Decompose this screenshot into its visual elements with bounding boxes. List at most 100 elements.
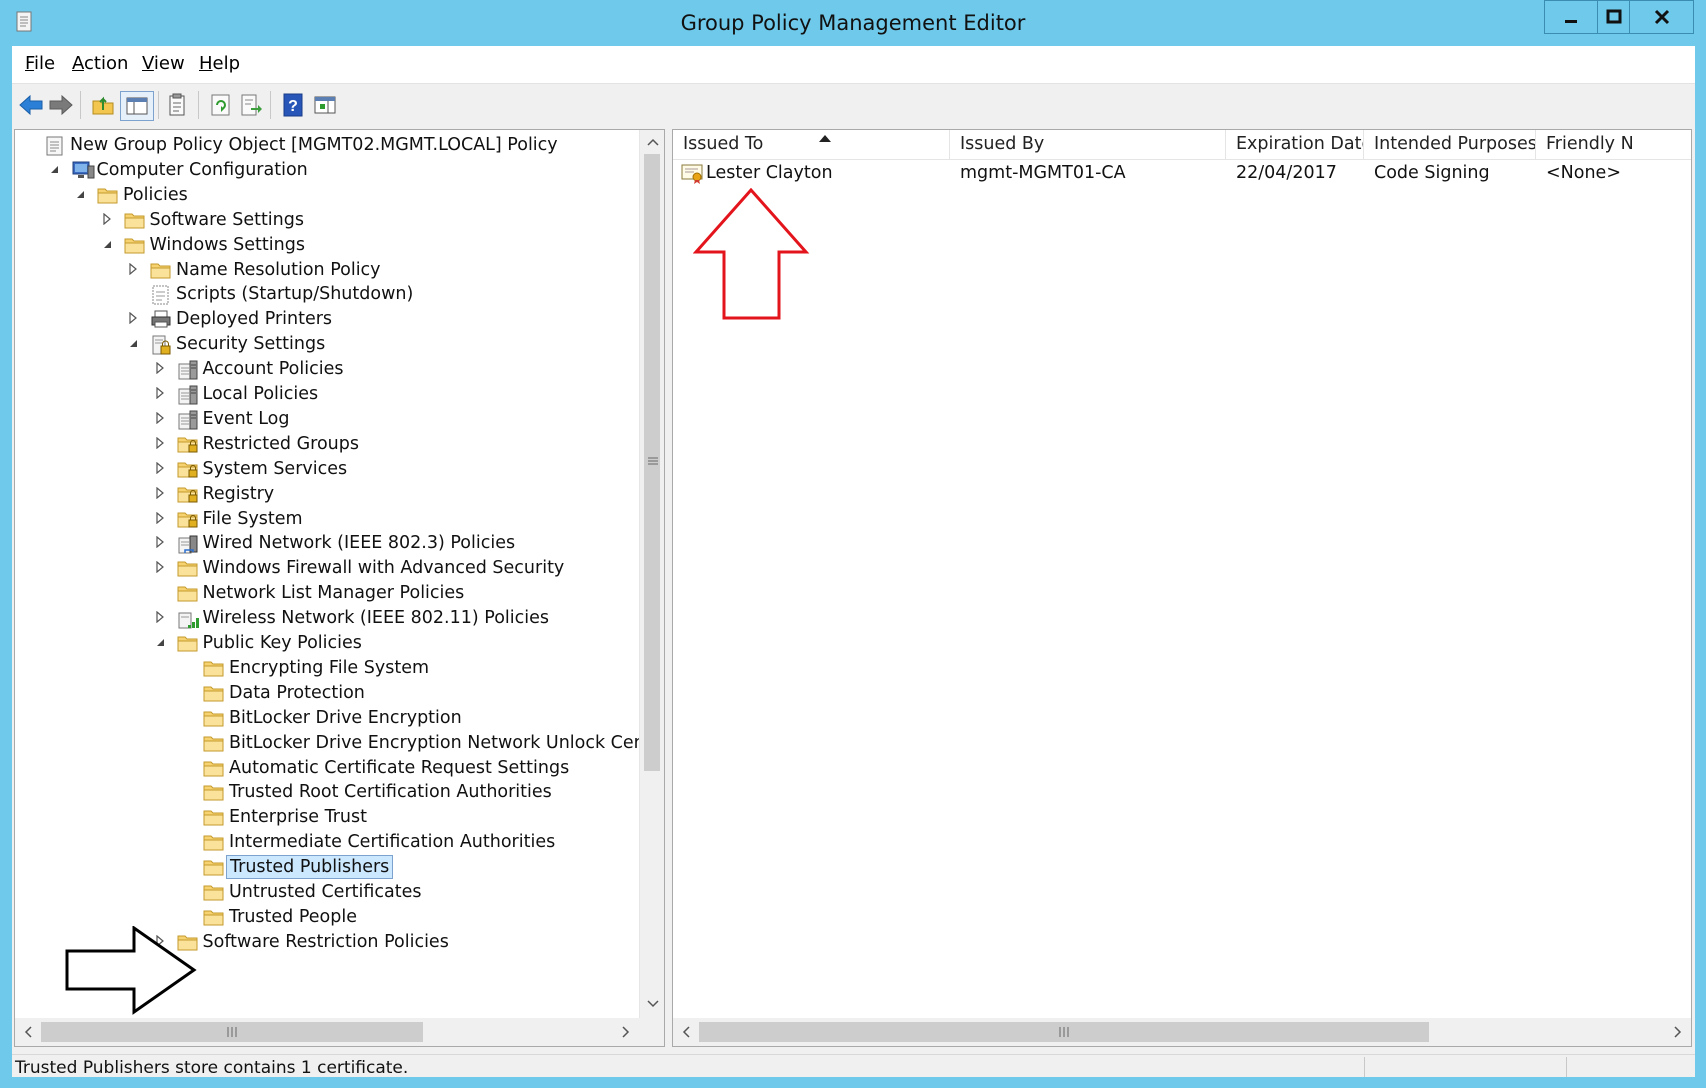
tree-item[interactable]: Trusted Root Certification Authorities (15, 779, 639, 806)
tree-item[interactable]: Intermediate Certification Authorities (15, 829, 639, 856)
tree-item[interactable]: BitLocker Drive Encryption Network Unloc… (15, 730, 639, 757)
status-bar: Trusted Publishers store contains 1 cert… (12, 1054, 1695, 1078)
tree-item-label: Windows Settings (149, 234, 305, 255)
help-button[interactable]: ? (280, 92, 306, 118)
tree-item[interactable]: Local Policies (15, 381, 639, 408)
status-divider (1566, 1057, 1567, 1077)
tree-item[interactable]: Windows Firewall with Advanced Security (15, 555, 639, 582)
tree-item[interactable]: Restricted Groups (15, 431, 639, 458)
tree-expand-icon[interactable] (153, 536, 167, 550)
tree-item[interactable]: Computer Configuration (15, 157, 639, 184)
tree-horizontal-scroll-thumb[interactable] (41, 1022, 423, 1042)
tree-expand-icon[interactable] (126, 262, 140, 277)
forward-button[interactable] (48, 92, 74, 118)
scroll-right-arrow[interactable] (613, 1018, 638, 1046)
scroll-left-arrow[interactable] (673, 1018, 698, 1046)
folder-icon (203, 882, 225, 902)
tree-item[interactable]: Event Log (15, 406, 639, 433)
tree-item[interactable]: File System (15, 506, 639, 533)
window-controls (1544, 0, 1694, 34)
scroll-left-arrow[interactable] (15, 1018, 40, 1046)
tree-item[interactable]: Policies (15, 182, 639, 209)
tree-item[interactable]: Enterprise Trust (15, 804, 639, 831)
column-header-expiration-date[interactable]: Expiration Date (1226, 130, 1364, 159)
tree-item[interactable]: Data Protection (15, 680, 639, 707)
tree-item[interactable]: BitLocker Drive Encryption (15, 705, 639, 732)
tree-item[interactable]: Wired Network (IEEE 802.3) Policies (15, 530, 639, 557)
forward-icon (49, 94, 73, 116)
menu-help[interactable]: Help (199, 53, 240, 74)
minimize-button[interactable] (1545, 1, 1598, 33)
tree-collapse-icon[interactable] (153, 636, 167, 650)
list-horizontal-scrollbar[interactable] (673, 1018, 1691, 1046)
tree-expand-icon[interactable] (153, 386, 167, 401)
column-header-intended-purposes[interactable]: Intended Purposes (1364, 130, 1536, 159)
tree-vertical-scroll-thumb[interactable] (644, 154, 660, 771)
tree-item[interactable]: New Group Policy Object [MGMT02.MGMT.LOC… (15, 132, 639, 159)
tree-expand-icon[interactable] (153, 361, 167, 376)
tree-item[interactable]: Automatic Certificate Request Settings (15, 755, 639, 782)
tree-item-label: Name Resolution Policy (176, 259, 381, 280)
tree-item[interactable]: Account Policies (15, 356, 639, 383)
tree-expand-icon[interactable] (153, 511, 167, 526)
tree-item[interactable]: Wireless Network (IEEE 802.11) Policies (15, 605, 639, 632)
tree-item-label: Trusted People (229, 906, 357, 927)
tree-expand-icon[interactable] (153, 436, 167, 451)
minimize-icon (1565, 20, 1577, 23)
show-hide-console-tree-button[interactable] (120, 91, 154, 121)
tree-item[interactable]: Untrusted Certificates (15, 879, 639, 906)
tree-expand-icon[interactable] (153, 561, 167, 575)
tree-item[interactable]: Trusted Publishers (15, 854, 639, 881)
tree-item-label: Local Policies (202, 384, 319, 404)
tree-expand-icon[interactable] (126, 312, 140, 326)
close-button[interactable] (1630, 1, 1693, 33)
refresh-button[interactable] (208, 92, 234, 118)
properties-button[interactable] (164, 92, 190, 118)
list-item[interactable]: Lester Clayton mgmt-MGMT01-CA 22/04/2017… (673, 159, 1691, 187)
tree-item[interactable]: Network List Manager Policies (15, 580, 639, 607)
tree-collapse-icon[interactable] (73, 188, 87, 202)
back-button[interactable] (18, 92, 44, 118)
title-bar[interactable]: Group Policy Management Editor (0, 0, 1706, 46)
tree-horizontal-scrollbar[interactable] (15, 1018, 639, 1046)
column-header-friendly-name[interactable]: Friendly N (1536, 130, 1691, 159)
tree-item[interactable]: Deployed Printers (15, 306, 639, 333)
chevron-left-icon (682, 1026, 690, 1038)
folder-icon (203, 832, 225, 852)
column-header-issued-to[interactable]: Issued To (673, 130, 950, 159)
scroll-down-arrow[interactable] (640, 992, 664, 1016)
tree-item-label: Registry (202, 483, 275, 504)
menu-file[interactable]: File (25, 53, 55, 74)
column-header-issued-by[interactable]: Issued By (950, 130, 1226, 159)
tree-item[interactable]: Encrypting File System (15, 655, 639, 682)
tree-item[interactable]: Registry (15, 481, 639, 508)
list-horizontal-scroll-thumb[interactable] (699, 1022, 1429, 1042)
tree-expand-icon[interactable] (153, 411, 167, 426)
scroll-right-arrow[interactable] (1665, 1018, 1690, 1046)
up-one-level-button[interactable] (90, 92, 116, 118)
tree-collapse-icon[interactable] (100, 238, 114, 252)
tree-item-label: Policies (123, 184, 188, 205)
tree-item[interactable]: Public Key Policies (15, 630, 639, 657)
export-list-button[interactable] (238, 92, 264, 118)
folder-icon (177, 633, 199, 653)
tree-expand-icon[interactable] (153, 461, 167, 476)
tree-expand-icon[interactable] (100, 212, 114, 227)
tree-collapse-icon[interactable] (126, 337, 140, 351)
tree-vertical-scrollbar[interactable] (639, 130, 664, 1018)
tree-item-label: Computer Configuration (96, 159, 308, 180)
scroll-up-arrow[interactable] (640, 130, 664, 154)
tree-item[interactable]: Software Settings (15, 207, 639, 234)
tree-collapse-icon[interactable] (47, 163, 61, 177)
menu-view[interactable]: View (142, 53, 185, 74)
menu-action[interactable]: Action (72, 53, 128, 74)
tree-item[interactable]: Security Settings (15, 331, 639, 358)
tree-expand-icon[interactable] (153, 610, 167, 625)
show-action-pane-button[interactable] (312, 92, 338, 118)
tree-item[interactable]: Scripts (Startup/Shutdown) (15, 281, 639, 308)
maximize-button[interactable] (1598, 1, 1630, 33)
tree-expand-icon[interactable] (153, 486, 167, 501)
tree-item[interactable]: Name Resolution Policy (15, 257, 639, 284)
tree-item[interactable]: System Services (15, 456, 639, 483)
tree-item[interactable]: Windows Settings (15, 232, 639, 259)
